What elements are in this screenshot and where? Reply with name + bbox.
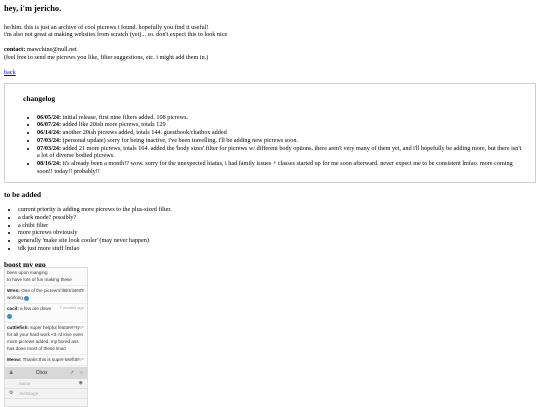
- changelog-date: 07/03/24:: [37, 144, 62, 152]
- changelog-date: 06/05/24:: [37, 113, 62, 121]
- eye-icon[interactable]: ◉: [79, 380, 83, 386]
- chat-message: cuttlefish: 7 months ago super helpful f…: [5, 323, 87, 356]
- list-item: more picrews obviously: [18, 229, 536, 237]
- message-fragment: been upon manging to have lots of fun ma…: [5, 268, 87, 287]
- chatbox-toolbar: ♟ Cbox ↗ ○: [5, 367, 87, 379]
- message-time: 7 months ago: [59, 323, 84, 329]
- intro-line-1: he/him. this is just an archive of cool …: [4, 23, 209, 31]
- changelog-entry: 06/14/24: another 20ish picrews added, t…: [37, 129, 525, 137]
- to-be-added-list: current priority is adding more picrews …: [4, 206, 536, 253]
- cbox-brand[interactable]: Cbox: [13, 370, 69, 376]
- fragment-line-1: been upon manging: [7, 270, 48, 275]
- contact-line: contact: mawchine@null.net: [4, 46, 536, 54]
- changelog-entry: 08/16/24: it's already been a month!? wo…: [37, 160, 525, 176]
- changelog-date: 08/16/24:: [37, 160, 62, 168]
- emoji-icon: [24, 295, 30, 301]
- fragment-line-2: to have lots of fun making these: [7, 277, 72, 283]
- message-author: cuttlefish:: [7, 324, 29, 330]
- changelog-entry: 07/03/24: (personal update) sorry for be…: [37, 137, 525, 145]
- contact-block: contact: mawchine@null.net (feel free to…: [4, 46, 536, 62]
- contact-email: mawchine@null.net: [25, 46, 77, 53]
- list-item: current priority is adding more picrews …: [18, 206, 536, 214]
- list-item: a chibi filter: [18, 222, 536, 230]
- to-be-added-section: to be added current priority is adding m…: [4, 190, 536, 253]
- page: hey, i'm jericho. he/him. this is just a…: [4, 4, 536, 275]
- changelog-text: (personal update) sorry for being inacti…: [61, 136, 299, 144]
- list-item: generally 'make site look cooler' (may n…: [18, 237, 536, 245]
- chatbox-messages[interactable]: been upon manging to have lots of fun ma…: [5, 268, 87, 367]
- changelog-text: added 21 more picrews, totals 164. added…: [37, 144, 522, 160]
- list-item: idk just more stuff lmfao: [18, 245, 536, 253]
- changelog-list: 06/05/24: initial release, first nine fi…: [23, 114, 525, 176]
- changelog-date: 06/07/24:: [37, 121, 62, 129]
- message-author: cacil:: [7, 306, 19, 312]
- changelog-text: it's already been a month!? wow. sorry f…: [37, 160, 513, 175]
- changelog-entry: 06/07/24: added like 20ish more picrews,…: [37, 121, 525, 129]
- message-text: a few are down: [20, 306, 52, 312]
- chat-message: cacil: 7 months ago a few are down: [5, 304, 87, 323]
- changelog-text: another 20ish picrews added, totals 144.…: [61, 129, 227, 137]
- intro-line-2: i'm also not great at making websites fr…: [4, 31, 228, 39]
- intro: he/him. this is just an archive of cool …: [4, 24, 536, 40]
- changelog-entry: 07/03/24: added 21 more picrews, totals …: [37, 145, 525, 161]
- chat-message: Meow: 3 months ago Thanks this is super …: [5, 355, 87, 367]
- back-link[interactable]: back: [4, 69, 16, 77]
- message-author: Wren:: [7, 288, 20, 294]
- changelog-text: added like 20ish more picrews, totals 12…: [61, 121, 166, 129]
- changelog-date: 07/03/24:: [37, 136, 62, 144]
- chatbox-widget[interactable]: been upon manging to have lots of fun ma…: [4, 267, 88, 407]
- contact-note: (feel free to send me picrews you like, …: [4, 53, 209, 61]
- name-field[interactable]: name ◉: [5, 379, 87, 389]
- list-item: a dark mode? possibly?: [18, 214, 536, 222]
- message-placeholder[interactable]: message: [13, 391, 83, 397]
- message-author: Meow:: [7, 357, 22, 363]
- to-be-added-title: to be added: [4, 189, 42, 199]
- changelog-box: changelog 06/05/24: initial release, fir…: [4, 83, 536, 183]
- message-field[interactable]: ⚙ message: [5, 389, 87, 399]
- changelog-text: initial release, first nine filters adde…: [61, 113, 189, 121]
- external-link-icon[interactable]: ↗: [70, 370, 74, 376]
- page-title: hey, i'm jericho.: [4, 4, 62, 13]
- emoji-icon: [7, 313, 12, 319]
- message-time: 5 months ago: [59, 287, 84, 293]
- changelog-date: 06/14/24:: [37, 129, 62, 137]
- chat-message: Wren: 5 months ago One of the picrew's l…: [5, 286, 87, 305]
- changelog-entry: 06/05/24: initial release, first nine fi…: [37, 114, 525, 122]
- circle-icon[interactable]: ○: [80, 370, 83, 376]
- name-placeholder[interactable]: name: [9, 381, 79, 387]
- contact-label: contact:: [4, 46, 26, 53]
- changelog-title: changelog: [23, 94, 56, 104]
- message-time: 7 months ago: [59, 305, 84, 311]
- message-time: 3 months ago: [59, 356, 84, 362]
